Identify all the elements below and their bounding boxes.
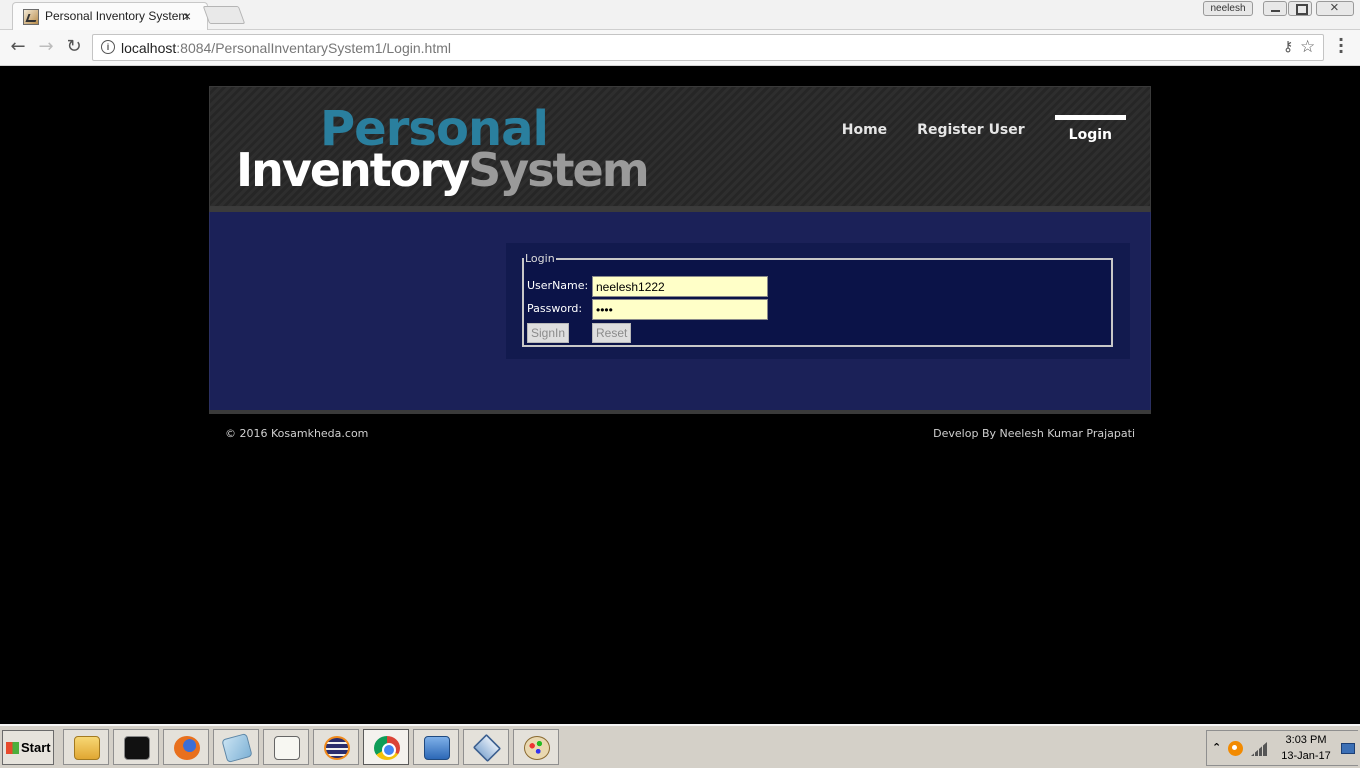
taskbar-eclipse[interactable] <box>313 729 359 765</box>
clock-date[interactable]: 13-Jan-17 <box>1275 750 1337 762</box>
system-tray: ⌃ 3:03 PM 13-Jan-17 <box>1206 730 1358 766</box>
page-viewport: Personal InventorySystem Home Register U… <box>0 67 1360 724</box>
site-header: Personal InventorySystem Home Register U… <box>209 86 1151 207</box>
url-path: :8084/PersonalInventarySystem1/Login.htm… <box>176 40 451 56</box>
nav-register-user[interactable]: Register User <box>917 122 1025 138</box>
clock-time[interactable]: 3:03 PM <box>1275 734 1337 746</box>
taskbar-paint[interactable] <box>513 729 559 765</box>
taskbar-editor[interactable] <box>263 729 309 765</box>
browser-tab[interactable]: Personal Inventory System × <box>12 2 208 30</box>
virtualbox-icon <box>472 733 502 763</box>
taskbar-chrome[interactable] <box>363 729 409 765</box>
site-favicon-icon <box>23 9 39 25</box>
show-hidden-icons-icon[interactable]: ⌃ <box>1212 741 1221 754</box>
login-legend: Login <box>525 252 555 265</box>
taskbar-notepad[interactable] <box>213 729 259 765</box>
address-bar[interactable]: i localhost:8084/PersonalInventarySystem… <box>92 34 1324 61</box>
password-label: Password: <box>527 302 583 315</box>
login-form: Login UserName: Password: SignIn Reset <box>522 252 1113 347</box>
start-button[interactable]: Start <box>2 730 54 765</box>
username-input[interactable] <box>592 276 768 297</box>
logo-word-system: System <box>468 143 650 197</box>
explorer-icon <box>74 736 100 760</box>
window-close-icon[interactable] <box>1316 0 1354 16</box>
url-text[interactable]: localhost:8084/PersonalInventarySystem1/… <box>121 40 451 56</box>
restore-icon[interactable] <box>1288 1 1312 16</box>
back-icon[interactable]: ← <box>7 36 29 58</box>
browser-titlebar: Personal Inventory System × neelesh <box>0 0 1360 30</box>
logo-word-inventory: Inventory <box>236 143 470 197</box>
forward-icon[interactable]: → <box>35 36 57 58</box>
show-desktop-icon[interactable] <box>1341 743 1355 754</box>
username-label: UserName: <box>527 279 589 292</box>
new-tab-button[interactable] <box>202 6 246 24</box>
antivirus-icon[interactable] <box>1228 741 1243 756</box>
password-input[interactable] <box>592 299 768 320</box>
editor-icon <box>274 736 300 760</box>
eclipse-icon <box>324 736 350 760</box>
main-nav: Home Register User Login <box>842 115 1126 143</box>
flash-icon <box>424 736 450 760</box>
paint-icon <box>524 736 550 760</box>
chrome-icon <box>374 736 400 760</box>
taskbar: Start ⌃ 3:03 PM 13-Jan-17 <box>0 724 1360 768</box>
signin-button[interactable]: SignIn <box>527 323 570 343</box>
notepad-icon <box>221 733 253 763</box>
key-icon[interactable]: ⚷ <box>1283 39 1293 55</box>
browser-toolbar: ← → ↻ i localhost:8084/PersonalInventary… <box>0 30 1360 66</box>
login-panel: Login UserName: Password: SignIn Reset <box>506 243 1130 359</box>
url-host: localhost <box>121 40 177 56</box>
logo-inventory-system: InventorySystem <box>236 143 650 197</box>
network-icon[interactable] <box>1251 742 1267 756</box>
site-footer: © 2016 Kosamkheda.com Develop By Neelesh… <box>209 414 1151 444</box>
reset-button[interactable]: Reset <box>592 323 632 343</box>
taskbar-explorer[interactable] <box>63 729 109 765</box>
footer-copyright: © 2016 Kosamkheda.com <box>225 427 369 440</box>
info-icon[interactable]: i <box>101 40 115 54</box>
site-container: Personal InventorySystem Home Register U… <box>209 86 1151 444</box>
taskbar-cmd[interactable] <box>113 729 159 765</box>
tab-close-icon[interactable]: × <box>183 8 191 24</box>
star-icon[interactable]: ☆ <box>1300 37 1315 57</box>
minimize-icon[interactable] <box>1263 1 1287 16</box>
footer-credit: Develop By Neelesh Kumar Prajapati <box>933 427 1135 440</box>
taskbar-firefox[interactable] <box>163 729 209 765</box>
reload-icon[interactable]: ↻ <box>63 36 85 58</box>
windows-flag-icon <box>6 742 19 754</box>
menu-icon[interactable]: · · · <box>1336 32 1346 60</box>
taskbar-virtualbox[interactable] <box>463 729 509 765</box>
cmd-icon <box>124 736 150 760</box>
nav-home[interactable]: Home <box>842 122 887 138</box>
nav-login[interactable]: Login <box>1054 115 1126 143</box>
profile-button[interactable]: neelesh <box>1203 1 1253 16</box>
firefox-icon <box>174 736 200 760</box>
tab-title: Personal Inventory System <box>45 9 189 23</box>
start-label: Start <box>21 740 51 755</box>
main-content: Login UserName: Password: SignIn Reset <box>209 212 1151 410</box>
taskbar-flash[interactable] <box>413 729 459 765</box>
